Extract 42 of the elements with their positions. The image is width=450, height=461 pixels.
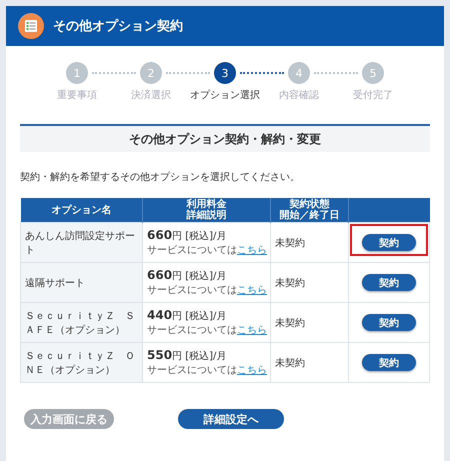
- contract-button[interactable]: 契約: [362, 354, 416, 371]
- details-link[interactable]: こちら: [237, 285, 267, 296]
- step-label: 重要事項: [57, 88, 97, 102]
- service-note: サービスについてはこちら: [147, 364, 266, 377]
- contract-status: 未契約: [270, 302, 348, 342]
- contract-button[interactable]: 契約: [362, 274, 416, 291]
- column-header: 契約状態 開始／終了日: [270, 198, 348, 222]
- step-label: オプション選択: [190, 88, 260, 102]
- contract-status: 未契約: [270, 262, 348, 302]
- column-header: オプション名: [20, 198, 142, 222]
- price: 550円 [税込]/月: [147, 348, 228, 363]
- option-name: あんしん訪問設定サポート: [20, 222, 142, 262]
- option-name: 遠隔サポート: [20, 262, 142, 302]
- details-link[interactable]: こちら: [237, 245, 267, 256]
- contract-status: 未契約: [270, 342, 348, 382]
- contract-button[interactable]: 契約: [362, 234, 416, 251]
- price: 440円 [税込]/月: [147, 308, 228, 323]
- column-header: 利用料金 詳細説明: [142, 198, 270, 222]
- step-number: 5: [362, 62, 384, 84]
- page-title: その他オプション契約: [53, 18, 183, 35]
- option-name: ＳｅｃｕｒｉｔｙＺ ＳＡＦＥ（オプション）: [20, 302, 142, 342]
- step-label: 受付完了: [353, 88, 393, 102]
- service-note: サービスについてはこちら: [147, 324, 266, 337]
- price: 660円 [税込]/月: [147, 268, 228, 283]
- step-label: 内容確認: [279, 88, 319, 102]
- step-number: 4: [288, 62, 310, 84]
- service-note: サービスについてはこちら: [147, 244, 266, 257]
- list-icon: [18, 13, 44, 39]
- details-link[interactable]: こちら: [237, 365, 267, 376]
- contract-button[interactable]: 契約: [362, 314, 416, 331]
- step-label: 決済選択: [131, 88, 171, 102]
- step-number: 1: [66, 62, 88, 84]
- option-name: ＳｅｃｕｒｉｔｙＺ ＯＮＥ（オプション）: [20, 342, 142, 382]
- instruction-text: 契約・解約を希望するその他オプションを選択してください。: [20, 170, 301, 184]
- contract-status: 未契約: [270, 222, 348, 262]
- step-number: 3: [214, 62, 236, 84]
- price: 660円 [税込]/月: [147, 228, 228, 243]
- step-number: 2: [140, 62, 162, 84]
- section-heading: その他オプション契約・解約・変更: [20, 124, 430, 152]
- details-link[interactable]: こちら: [237, 325, 267, 336]
- next-button[interactable]: 詳細設定へ: [178, 409, 284, 429]
- service-note: サービスについてはこちら: [147, 284, 266, 297]
